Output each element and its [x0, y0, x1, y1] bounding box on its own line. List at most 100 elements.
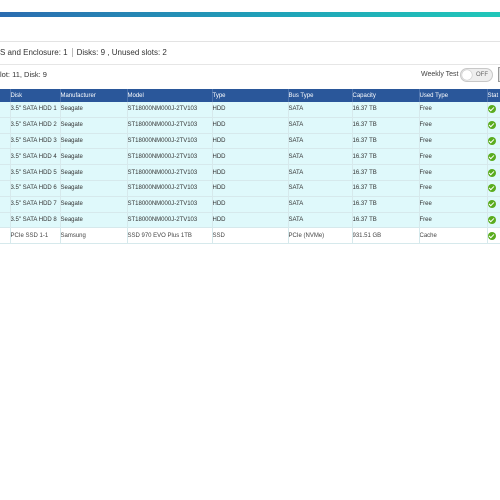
cell-capacity: 16.37 TB [352, 180, 420, 197]
cell-disk: 3.5" SATA HDD 6 [10, 180, 61, 197]
slot-disk-count: lot: 11, Disk: 9 [0, 70, 47, 79]
cell-type: HDD [212, 180, 289, 197]
cell-bus-type: SATA [288, 133, 353, 150]
status-ok-icon [487, 152, 496, 161]
status-ok-icon [487, 168, 496, 177]
cell-model: ST18000NM000J-2TV103 [127, 117, 213, 134]
column-header-capacity[interactable]: Capacity [352, 89, 420, 102]
cell-type: SSD [212, 227, 289, 245]
status-ok-icon [487, 200, 496, 209]
cell-used-type: Free [419, 117, 488, 134]
column-header-status[interactable]: Stat [487, 89, 500, 102]
cell-bus-type: PCIe (NVMe) [288, 227, 353, 245]
cell-type: HDD [212, 117, 289, 134]
cell-type: HDD [212, 102, 289, 118]
cell-bus-type: SATA [288, 117, 353, 134]
cell-status [487, 164, 500, 181]
table-row[interactable]: 3.5" SATA HDD 4 Seagate ST18000NM000J-2T… [0, 148, 500, 166]
cell-type: HDD [212, 164, 289, 181]
toggle-state-text: OFF [476, 72, 488, 78]
row-spacer [0, 212, 11, 229]
cell-model: ST18000NM000J-2TV103 [127, 148, 213, 166]
status-ok-icon [487, 184, 496, 193]
cell-manufacturer: Seagate [60, 196, 128, 213]
cell-model: ST18000NM000J-2TV103 [127, 196, 213, 213]
column-header-disk[interactable]: Disk [10, 89, 61, 102]
cell-capacity: 16.37 TB [352, 102, 420, 118]
cell-status [487, 117, 500, 134]
cell-status [487, 148, 500, 166]
row-spacer [0, 133, 11, 150]
table-row[interactable]: 3.5" SATA HDD 3 Seagate ST18000NM000J-2T… [0, 133, 500, 150]
column-header-bus-type[interactable]: Bus Type [288, 89, 353, 102]
cell-disk: 3.5" SATA HDD 1 [10, 102, 61, 118]
cell-type: HDD [212, 196, 289, 213]
row-spacer [0, 196, 11, 213]
row-spacer [0, 148, 11, 166]
disk-table: Disk Manufacturer Model Type Bus Type Ca… [0, 89, 500, 245]
column-header-used-type[interactable]: Used Type [419, 89, 488, 102]
column-header-manufacturer[interactable]: Manufacturer [60, 89, 128, 102]
table-row[interactable]: 3.5" SATA HDD 6 Seagate ST18000NM000J-2T… [0, 180, 500, 197]
panel-title-bar [0, 17, 500, 42]
table-row[interactable]: 3.5" SATA HDD 7 Seagate ST18000NM000J-2T… [0, 196, 500, 213]
cell-model: ST18000NM000J-2TV103 [127, 164, 213, 181]
cell-capacity: 16.37 TB [352, 196, 420, 213]
cell-manufacturer: Seagate [60, 133, 128, 150]
table-row[interactable]: 3.5" SATA HDD 2 Seagate ST18000NM000J-2T… [0, 117, 500, 134]
cell-used-type: Free [419, 164, 488, 181]
cell-manufacturer: Seagate [60, 117, 128, 134]
column-header-model[interactable]: Model [127, 89, 213, 102]
cell-status [487, 102, 500, 118]
cell-status [487, 196, 500, 213]
cell-used-type: Free [419, 148, 488, 166]
cell-used-type: Cache [419, 227, 488, 245]
section-divider [0, 64, 500, 65]
header-spacer [0, 89, 11, 102]
cell-capacity: 16.37 TB [352, 212, 420, 229]
weekly-test-toggle[interactable]: OFF [460, 68, 493, 82]
table-row[interactable]: 3.5" SATA HDD 1 Seagate ST18000NM000J-2T… [0, 102, 500, 118]
row-spacer [0, 102, 11, 118]
cell-manufacturer: Samsung [60, 227, 128, 245]
cell-disk: PCIe SSD 1-1 [10, 227, 61, 245]
status-ok-icon [487, 215, 496, 224]
column-header-type[interactable]: Type [212, 89, 289, 102]
status-ok-icon [487, 136, 496, 145]
status-ok-icon [487, 121, 496, 130]
cell-capacity: 931.51 GB [352, 227, 420, 245]
cell-model: ST18000NM000J-2TV103 [127, 180, 213, 197]
cell-status [487, 133, 500, 150]
cell-disk: 3.5" SATA HDD 3 [10, 133, 61, 150]
row-spacer [0, 164, 11, 181]
table-row[interactable]: PCIe SSD 1-1 Samsung SSD 970 EVO Plus 1T… [0, 227, 500, 245]
disks-summary: Disks: 9 , Unused slots: 2 [76, 48, 167, 57]
row-spacer [0, 117, 11, 134]
cell-bus-type: SATA [288, 102, 353, 118]
cell-used-type: Free [419, 133, 488, 150]
table-header-row: Disk Manufacturer Model Type Bus Type Ca… [0, 89, 500, 102]
cell-used-type: Free [419, 212, 488, 229]
cell-manufacturer: Seagate [60, 212, 128, 229]
cell-status [487, 227, 500, 245]
enclosure-summary: S and Enclosure: 1 [0, 48, 68, 57]
cell-model: ST18000NM000J-2TV103 [127, 102, 213, 118]
cell-model: SSD 970 EVO Plus 1TB [127, 227, 213, 245]
toggle-knob [462, 70, 472, 80]
storage-summary: S and Enclosure: 1 Disks: 9 , Unused slot… [0, 44, 500, 62]
cell-disk: 3.5" SATA HDD 4 [10, 148, 61, 166]
cell-bus-type: SATA [288, 164, 353, 181]
weekly-test-label: Weekly Test [421, 71, 459, 78]
cell-disk: 3.5" SATA HDD 7 [10, 196, 61, 213]
row-spacer [0, 180, 11, 197]
cell-manufacturer: Seagate [60, 102, 128, 118]
cell-capacity: 16.37 TB [352, 164, 420, 181]
row-spacer [0, 227, 11, 245]
cell-type: HDD [212, 148, 289, 166]
cell-capacity: 16.37 TB [352, 117, 420, 134]
table-row[interactable]: 3.5" SATA HDD 5 Seagate ST18000NM000J-2T… [0, 164, 500, 181]
cell-used-type: Free [419, 196, 488, 213]
cell-manufacturer: Seagate [60, 148, 128, 166]
table-row[interactable]: 3.5" SATA HDD 8 Seagate ST18000NM000J-2T… [0, 212, 500, 229]
cell-status [487, 212, 500, 229]
